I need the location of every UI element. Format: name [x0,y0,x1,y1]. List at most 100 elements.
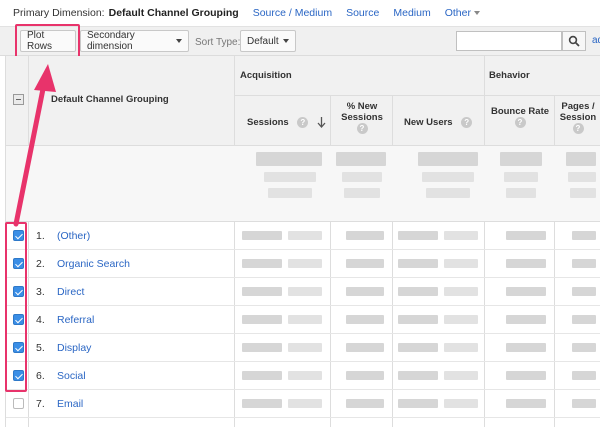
row-number: 3. [36,286,45,298]
blurred-value [398,315,438,324]
row-number: 5. [36,342,45,354]
blurred-value [398,287,438,296]
blurred-value [256,152,322,166]
pages-header-line2: Session [559,112,597,123]
dimension-column-header[interactable]: Default Channel Grouping [51,94,169,105]
blurred-value [346,399,384,408]
blurred-value [506,287,546,296]
blurred-value [342,172,382,182]
sort-type-dropdown[interactable]: Default [240,30,296,52]
blurred-value [242,343,282,352]
checked-rows-highlight [5,222,27,392]
blurred-value [506,259,546,268]
row-channel-link[interactable]: Email [57,398,83,410]
dimension-other-dropdown[interactable]: Other [445,7,480,19]
blurred-value [506,399,546,408]
table-row[interactable]: 5. Display [6,334,600,362]
blurred-value [506,371,546,380]
table-row[interactable]: 4. Referral [6,306,600,334]
row-channel-link[interactable]: Organic Search [57,258,130,270]
pages-per-session-column-header[interactable]: Pages / Session ? [555,101,600,134]
blurred-value [398,371,438,380]
dimension-link-source[interactable]: Source [346,7,379,19]
blurred-value [572,343,596,352]
row-channel-link[interactable]: Direct [57,286,84,298]
blurred-value [288,259,322,268]
chevron-down-icon [176,39,182,43]
new-sessions-column-header[interactable]: % New Sessions ? [332,101,392,134]
blurred-value [242,259,282,268]
table-row[interactable]: 3. Direct [6,278,600,306]
pages-header-line1: Pages / [561,101,595,112]
secondary-dimension-dropdown[interactable]: Secondary dimension [80,30,189,52]
row-channel-link[interactable]: Display [57,342,91,354]
blurred-value [288,315,322,324]
blurred-value [288,371,322,380]
blurred-value [506,231,546,240]
table-row[interactable]: 7. Email [6,390,600,418]
dimension-other-label: Other [444,7,471,19]
blurred-value [444,343,478,352]
table-row[interactable]: 1. (Other) [6,222,600,250]
sort-type-label: Sort Type: [195,37,241,48]
blurred-value [506,315,546,324]
search-button[interactable] [562,31,586,51]
bounce-rate-column-header[interactable]: Bounce Rate ? [486,106,554,128]
help-icon[interactable]: ? [297,117,309,128]
blurred-value [572,315,596,324]
new-users-column-header[interactable]: New Users ? [404,117,473,128]
row-number: 1. [36,230,45,242]
blurred-value [444,399,478,408]
help-icon[interactable]: ? [356,123,368,134]
bounce-rate-header-label: Bounce Rate [490,106,550,117]
primary-dimension-bar: Primary Dimension: Default Channel Group… [0,0,600,26]
sort-type-value: Default [247,35,279,47]
table-row[interactable]: 6. Social [6,362,600,390]
report-table: Default Channel Grouping Acquisition Beh… [5,56,600,427]
blurred-value [504,172,538,182]
blurred-value [288,343,322,352]
dimension-link-medium[interactable]: Medium [393,7,430,19]
table-toolbar: Plot Rows Secondary dimension Sort Type:… [0,26,600,56]
chevron-down-icon [283,39,289,43]
row-channel-link[interactable]: Referral [57,314,94,326]
help-icon[interactable]: ? [572,123,584,134]
secondary-dimension-label: Secondary dimension [87,30,135,52]
plot-rows-highlight [15,24,80,59]
blurred-value [572,231,596,240]
blurred-value [346,231,384,240]
blurred-value [346,287,384,296]
blurred-value [506,343,546,352]
select-all-checkbox[interactable] [13,94,24,105]
blurred-value [398,231,438,240]
row-channel-link[interactable]: (Other) [57,230,90,242]
primary-dimension-current: Default Channel Grouping [108,7,239,19]
row-number: 6. [36,370,45,382]
blurred-value [568,172,596,182]
blurred-value [242,287,282,296]
row-channel-link[interactable]: Social [57,370,86,382]
blurred-value [288,399,322,408]
row-number: 7. [36,398,45,410]
table-search-input[interactable] [456,31,562,51]
row-number: 2. [36,258,45,270]
search-icon [568,35,580,47]
advanced-filter-link[interactable]: ad [592,35,600,46]
blurred-value [398,259,438,268]
new-sessions-header-line2: Sessions [341,112,383,123]
table-row[interactable]: 2. Organic Search [6,250,600,278]
blurred-value [422,172,474,182]
sort-down-arrow-icon[interactable] [317,117,326,128]
blurred-value [346,343,384,352]
dimension-link-source-medium[interactable]: Source / Medium [253,7,332,19]
help-icon[interactable]: ? [514,117,526,128]
blurred-value [572,259,596,268]
row-checkbox[interactable] [13,398,24,409]
help-icon[interactable]: ? [461,117,473,128]
sessions-column-header[interactable]: Sessions ? [247,117,326,128]
blurred-value [344,188,380,198]
blurred-value [346,315,384,324]
blurred-value [444,315,478,324]
blurred-value [570,188,596,198]
blurred-value [242,371,282,380]
